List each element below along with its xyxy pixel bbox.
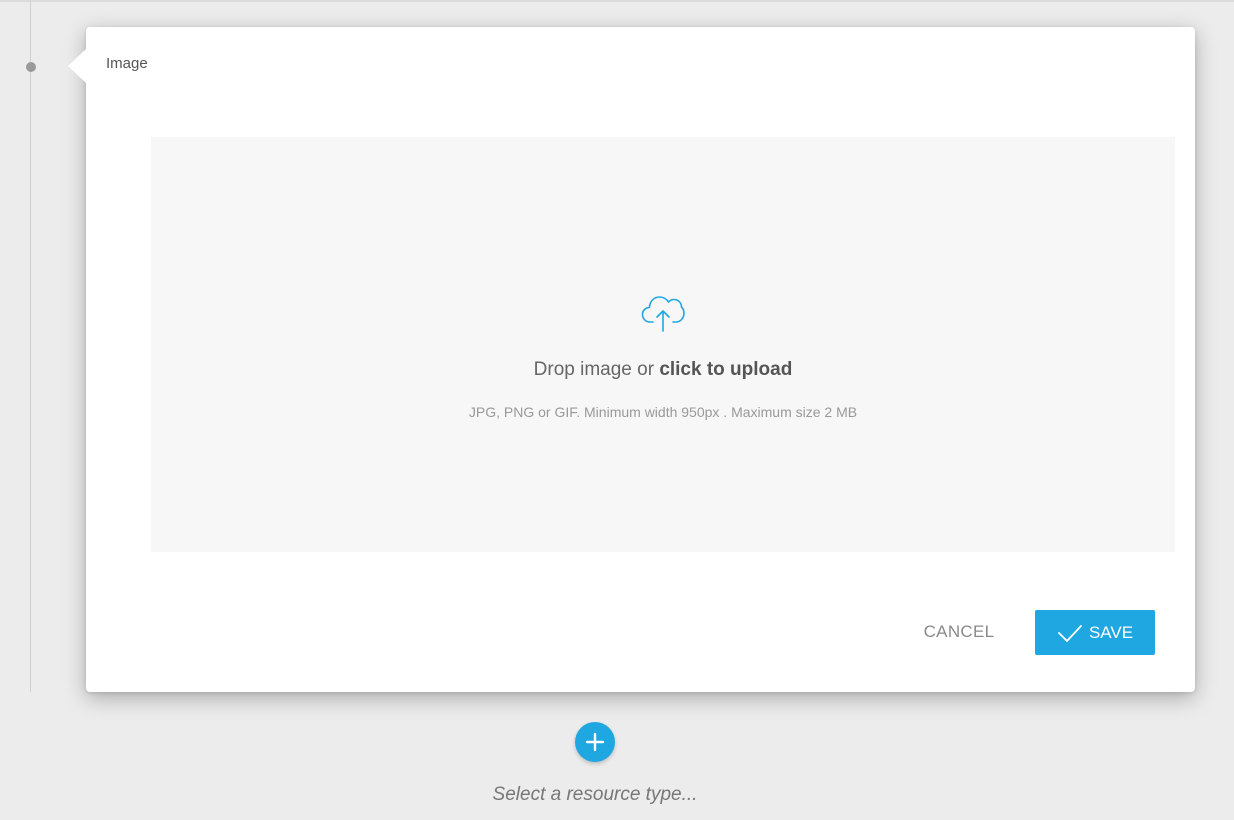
image-editor-card: Image Drop image or click to upload JPG,… xyxy=(68,27,1195,692)
image-dropzone[interactable]: Drop image or click to upload JPG, PNG o… xyxy=(151,137,1175,552)
click-to-upload-link[interactable]: click to upload xyxy=(659,359,792,380)
card-pointer xyxy=(68,49,86,83)
cloud-upload-icon xyxy=(641,296,685,332)
upload-hint: JPG, PNG or GIF. Minimum width 950px . M… xyxy=(468,404,858,420)
save-button[interactable]: SAVE xyxy=(1035,610,1155,655)
add-resource-button[interactable] xyxy=(575,722,615,762)
timeline-dot xyxy=(26,62,36,72)
cancel-button[interactable]: CANCEL xyxy=(906,610,1012,654)
plus-icon xyxy=(585,732,605,752)
select-resource-type-prompt[interactable]: Select a resource type... xyxy=(395,784,795,806)
check-icon xyxy=(1058,624,1082,642)
top-divider xyxy=(0,0,1234,2)
card-title: Image xyxy=(106,55,148,72)
drop-prompt: Drop image or click to upload xyxy=(151,359,1175,381)
page: Image Drop image or click to upload JPG,… xyxy=(0,0,1234,820)
drop-prompt-text: Drop image or xyxy=(533,359,660,380)
save-label: SAVE xyxy=(1088,622,1134,642)
timeline-line xyxy=(30,0,31,692)
